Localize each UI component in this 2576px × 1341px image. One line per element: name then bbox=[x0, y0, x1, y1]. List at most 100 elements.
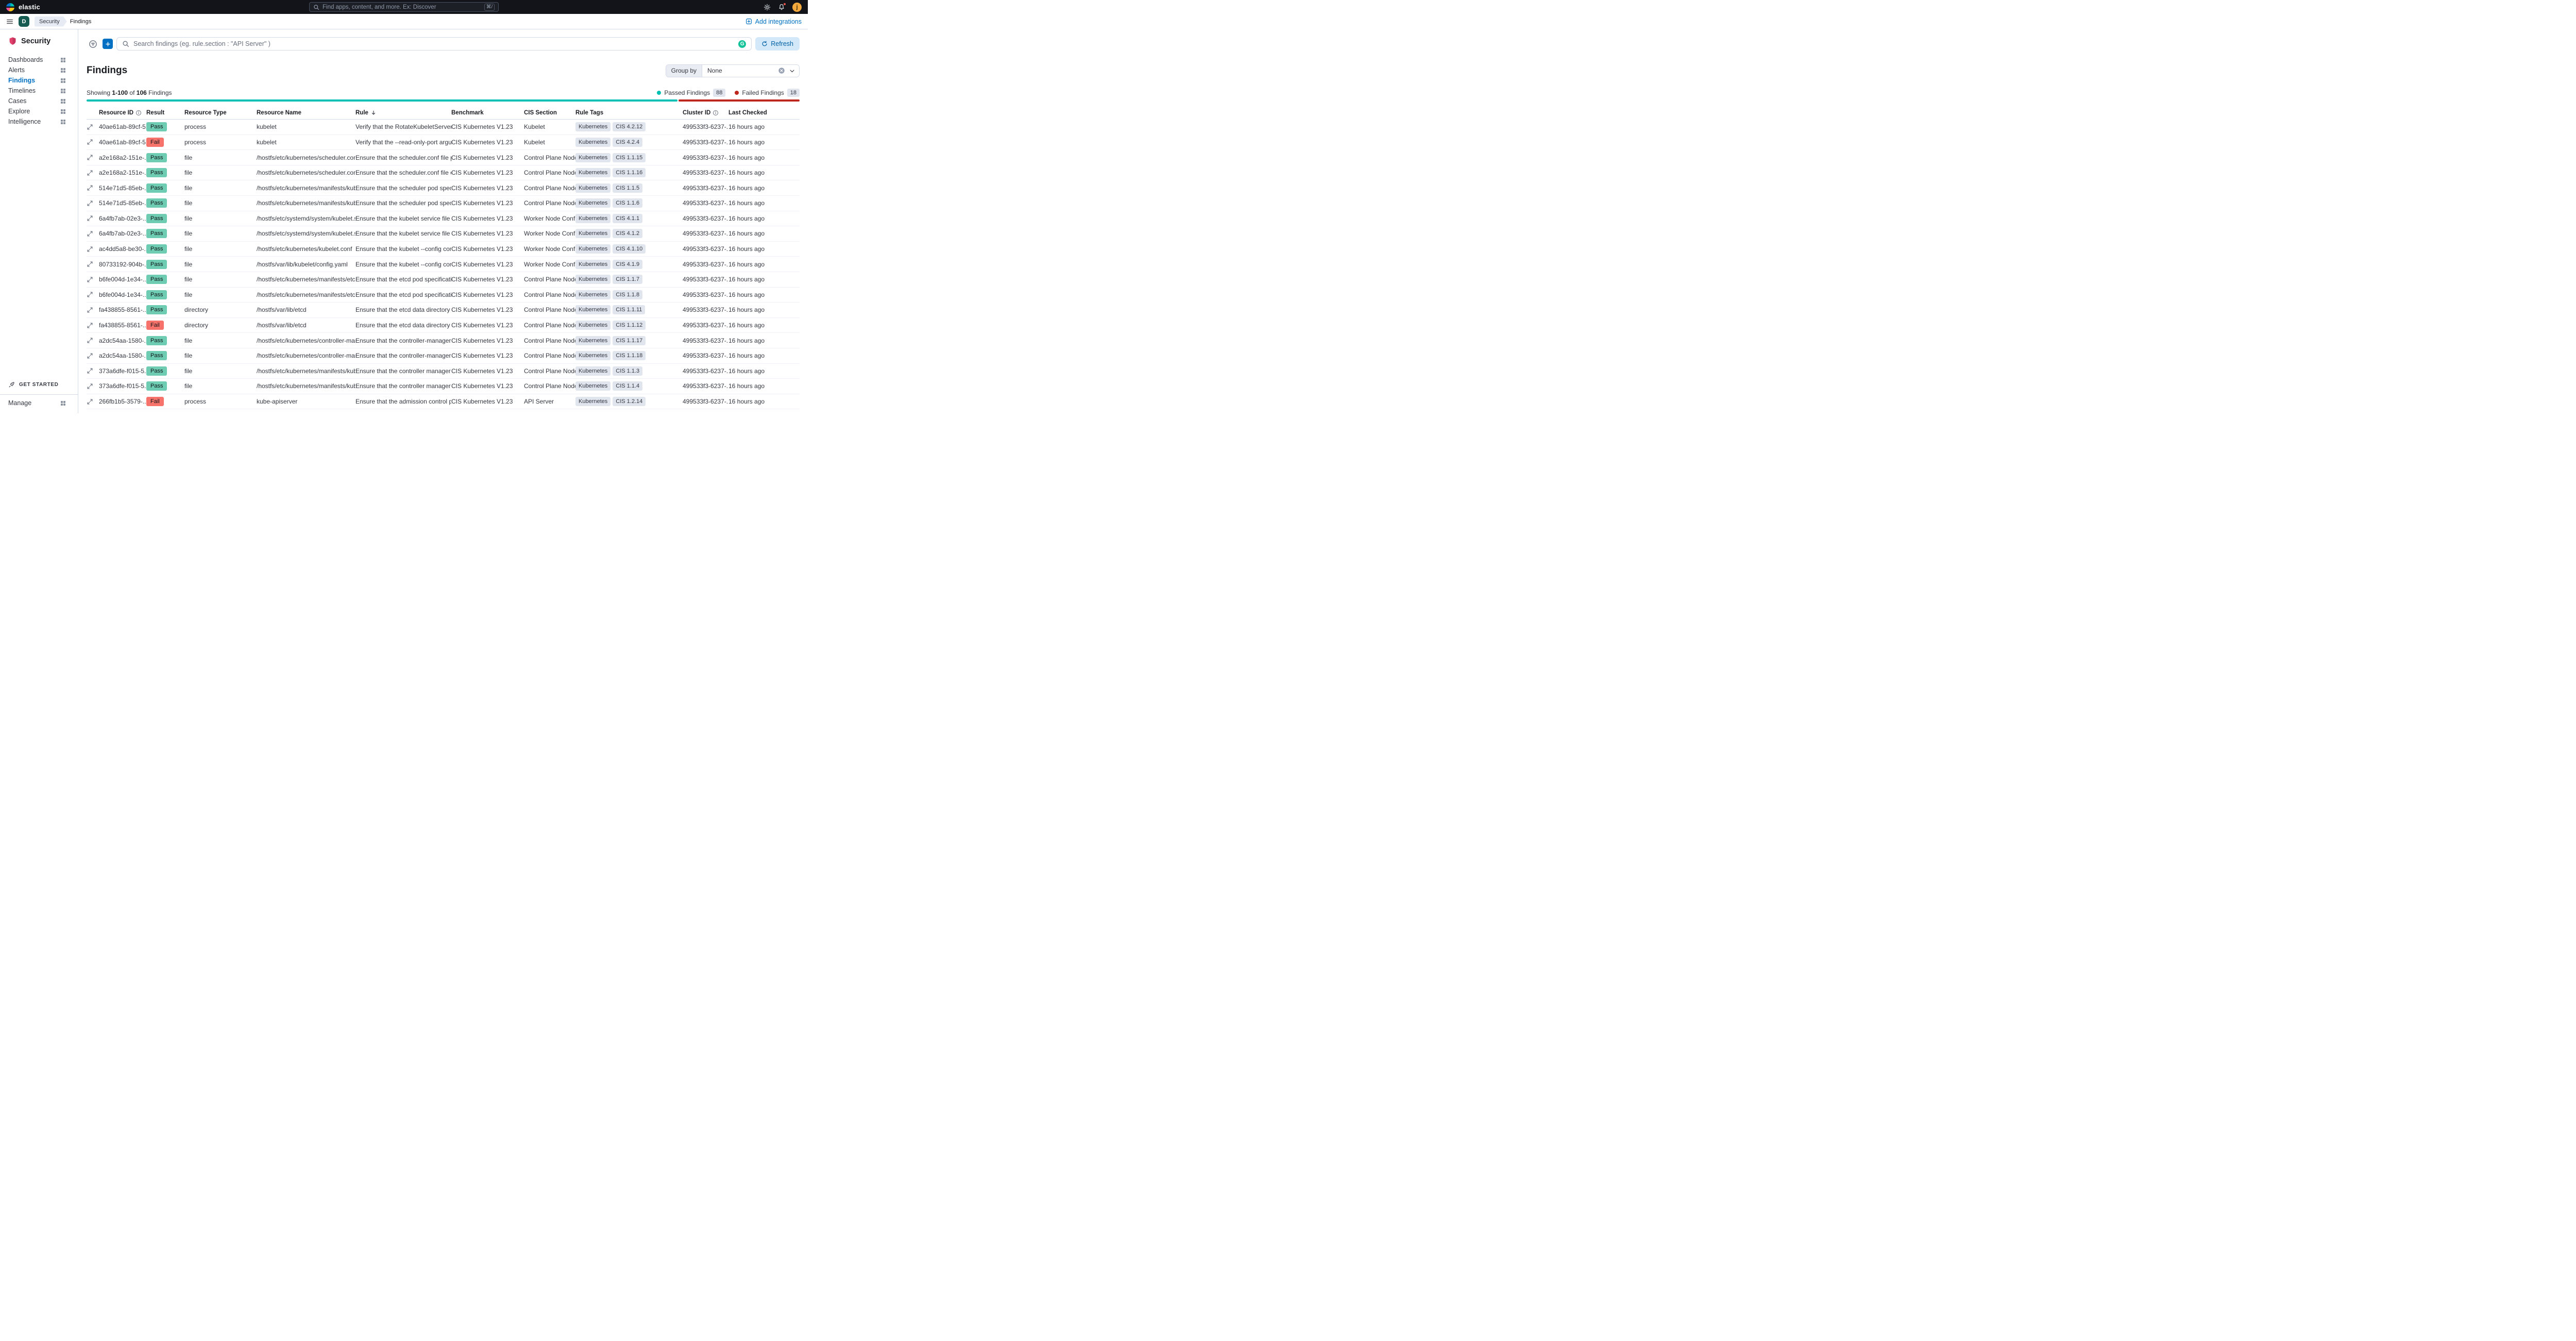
resource-name-cell: /hostfs/etc/kubernetes/manifests/kube-sc… bbox=[257, 195, 355, 211]
resource-id-cell: fa438855-8561-... bbox=[99, 317, 146, 333]
cis-section-cell: Worker Node Confi... bbox=[524, 256, 575, 272]
expand-finding-button[interactable] bbox=[87, 291, 93, 298]
table-row: 6a4fb7ab-02e3-... Pass file /hostfs/etc/… bbox=[87, 226, 800, 242]
findings-search-bar[interactable]: G bbox=[116, 37, 752, 51]
rule-tag-badge: CIS 4.2.12 bbox=[613, 122, 646, 132]
grid-icon bbox=[61, 98, 65, 104]
add-integrations-button[interactable]: Add integrations bbox=[745, 18, 802, 25]
expand-finding-button[interactable] bbox=[87, 139, 93, 145]
benchmark-cell: CIS Kubernetes V1.23 bbox=[451, 211, 524, 227]
expand-icon bbox=[87, 399, 93, 405]
group-by-select[interactable]: None bbox=[702, 64, 799, 77]
launch-icon bbox=[9, 382, 14, 388]
sidebar-item-timelines[interactable]: Timelines bbox=[0, 86, 78, 96]
breadcrumb-security[interactable]: Security bbox=[35, 16, 67, 27]
sidebar-item-intelligence[interactable]: Intelligence bbox=[0, 116, 78, 127]
cluster-id-cell: 499533f3-6237-... bbox=[683, 317, 728, 333]
elastic-logo[interactable] bbox=[6, 3, 14, 11]
resource-id-cell: 40ae61ab-89cf-5... bbox=[99, 135, 146, 150]
result-badge: Pass bbox=[146, 213, 167, 223]
expand-finding-button[interactable] bbox=[87, 261, 93, 267]
sidebar-item-alerts[interactable]: Alerts bbox=[0, 65, 78, 75]
expand-finding-button[interactable] bbox=[87, 383, 93, 390]
column-header-resource-type[interactable]: Resource Type bbox=[184, 108, 257, 120]
expand-finding-button[interactable] bbox=[87, 170, 93, 176]
column-header-result[interactable]: Result bbox=[146, 108, 184, 120]
rule-tag-badge: Kubernetes bbox=[575, 381, 611, 391]
sidebar-item-cases[interactable]: Cases bbox=[0, 96, 78, 106]
last-checked-cell: 16 hours ago bbox=[728, 135, 800, 150]
expand-finding-button[interactable] bbox=[87, 185, 93, 191]
expand-finding-button[interactable] bbox=[87, 154, 93, 161]
passed-findings-legend[interactable]: Passed Findings 88 bbox=[657, 89, 726, 97]
rule-tag-badge: CIS 4.1.9 bbox=[613, 259, 643, 269]
expand-finding-button[interactable] bbox=[87, 398, 93, 405]
expand-icon bbox=[87, 368, 93, 374]
expand-finding-button[interactable] bbox=[87, 367, 93, 374]
sidebar-item-findings[interactable]: Findings bbox=[0, 75, 78, 86]
security-shield-icon bbox=[9, 37, 16, 45]
clear-selection-icon[interactable] bbox=[778, 67, 785, 74]
menu-hamburger-icon[interactable] bbox=[6, 18, 13, 25]
table-row: a2dc54aa-1580-... Pass file /hostfs/etc/… bbox=[87, 332, 800, 348]
expand-finding-button[interactable] bbox=[87, 230, 93, 237]
rule-tag-badge: Kubernetes bbox=[575, 290, 611, 299]
findings-search-input[interactable] bbox=[133, 40, 735, 47]
expand-finding-button[interactable] bbox=[87, 200, 93, 207]
table-row: 373a6dfe-f015-5... Pass file /hostfs/etc… bbox=[87, 378, 800, 394]
expand-icon bbox=[87, 338, 93, 343]
expand-finding-button[interactable] bbox=[87, 276, 93, 283]
expand-finding-button[interactable] bbox=[87, 246, 93, 253]
column-header-last-checked[interactable]: Last Checked bbox=[728, 108, 800, 120]
failed-findings-legend[interactable]: Failed Findings 18 bbox=[735, 89, 800, 97]
column-header-resource-id[interactable]: Resource ID bbox=[99, 108, 146, 120]
group-by-control[interactable]: Group by None bbox=[665, 64, 800, 77]
global-search-input[interactable] bbox=[323, 4, 481, 10]
column-header-cluster-id[interactable]: Cluster ID bbox=[683, 108, 728, 120]
user-avatar[interactable]: j bbox=[792, 2, 802, 12]
column-header-cis-section[interactable]: CIS Section bbox=[524, 108, 575, 120]
resource-name-cell: /hostfs/etc/kubernetes/manifests/etcd.ya… bbox=[257, 287, 355, 303]
expand-finding-button[interactable] bbox=[87, 353, 93, 359]
sidebar-item-manage[interactable]: Manage bbox=[0, 398, 78, 408]
result-badge: Pass bbox=[146, 381, 167, 391]
column-header-rule[interactable]: Rule bbox=[355, 108, 451, 120]
sidebar-item-explore[interactable]: Explore bbox=[0, 106, 78, 116]
rule-tag-badge: Kubernetes bbox=[575, 305, 611, 315]
result-badge: Pass bbox=[146, 122, 167, 132]
column-header-benchmark[interactable]: Benchmark bbox=[451, 108, 524, 120]
add-filter-button[interactable] bbox=[103, 39, 113, 49]
benchmark-cell: CIS Kubernetes V1.23 bbox=[451, 256, 524, 272]
rule-cell: Ensure that the scheduler.conf file perm… bbox=[355, 149, 451, 165]
sidebar-item-dashboards[interactable]: Dashboards bbox=[0, 55, 78, 65]
cis-section-cell: Control Plane Node... bbox=[524, 149, 575, 165]
saved-query-menu-button[interactable] bbox=[87, 38, 99, 50]
column-header-resource-name[interactable]: Resource Name bbox=[257, 108, 355, 120]
expand-finding-button[interactable] bbox=[87, 307, 93, 313]
resource-name-cell: /hostfs/etc/kubernetes/scheduler.conf bbox=[257, 165, 355, 181]
sidebar-item-label: Dashboards bbox=[8, 56, 43, 63]
expand-finding-button[interactable] bbox=[87, 124, 93, 130]
refresh-button[interactable]: Refresh bbox=[755, 37, 800, 51]
column-header-rule-tags[interactable]: Rule Tags bbox=[575, 108, 683, 120]
table-row: 514e71d5-85eb-... Pass file /hostfs/etc/… bbox=[87, 180, 800, 196]
space-badge[interactable]: D bbox=[19, 16, 29, 27]
global-search[interactable]: ⌘/ bbox=[309, 2, 499, 12]
search-icon bbox=[123, 41, 129, 47]
grid-icon bbox=[61, 57, 65, 62]
grammarly-icon[interactable]: G bbox=[738, 40, 747, 48]
cis-section-cell: API Server bbox=[524, 394, 575, 410]
gear-icon[interactable] bbox=[764, 4, 771, 11]
benchmark-cell: CIS Kubernetes V1.23 bbox=[451, 287, 524, 303]
expand-finding-button[interactable] bbox=[87, 322, 93, 329]
last-checked-cell: 16 hours ago bbox=[728, 165, 800, 181]
expand-finding-button[interactable] bbox=[87, 215, 93, 222]
get-started-button[interactable]: GET STARTED bbox=[0, 378, 78, 391]
expand-finding-button[interactable] bbox=[87, 337, 93, 344]
notifications-bell-icon[interactable] bbox=[778, 2, 786, 11]
resource-name-cell: /hostfs/etc/kubernetes/controller-manage… bbox=[257, 348, 355, 364]
rule-cell: Ensure that the kubelet --config configu… bbox=[355, 256, 451, 272]
resource-id-cell: 40ae61ab-89cf-5... bbox=[99, 119, 146, 135]
grid-icon bbox=[61, 68, 65, 73]
sidebar-item-label: Alerts bbox=[8, 66, 25, 74]
